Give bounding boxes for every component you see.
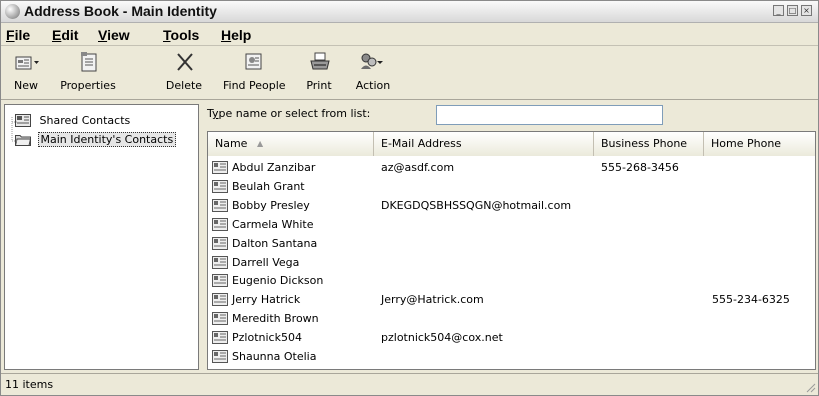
search-input[interactable] bbox=[436, 105, 663, 125]
column-header-name[interactable]: Name ▲ bbox=[208, 132, 374, 156]
new-contact-icon bbox=[15, 56, 39, 70]
contact-card-icon bbox=[212, 161, 228, 174]
column-header-home-phone-label: Home Phone bbox=[711, 137, 782, 150]
folder-open-icon bbox=[15, 135, 31, 146]
window-title: Address Book - Main Identity bbox=[24, 3, 217, 19]
cell-business-phone: 555-268-3456 bbox=[601, 161, 679, 174]
resize-grip-icon[interactable] bbox=[804, 381, 816, 393]
tree-connector-lines bbox=[11, 117, 17, 142]
contact-row[interactable]: Shaunna Otelia bbox=[208, 348, 815, 366]
contact-card-icon bbox=[212, 331, 228, 345]
contacts-pane: Type name or select from list: Name ▲ E-… bbox=[203, 101, 818, 371]
find-people-icon bbox=[245, 53, 262, 70]
column-header-email[interactable]: E-Mail Address bbox=[374, 132, 594, 156]
find-people-label: Find People bbox=[223, 79, 286, 92]
contact-card-icon bbox=[212, 236, 228, 250]
contact-card-icon bbox=[212, 179, 228, 193]
folder-tree[interactable]: Shared Contacts Main Identity's Contacts bbox=[4, 104, 199, 370]
action-people-icon bbox=[361, 53, 383, 69]
contact-row[interactable]: Eugenio Dickson bbox=[208, 272, 815, 290]
title-bar[interactable]: Address Book - Main Identity _ □ × bbox=[1, 1, 818, 23]
contact-row[interactable]: Darrell Vega bbox=[208, 254, 815, 272]
search-label: Type name or select from list: bbox=[207, 107, 371, 120]
contact-row[interactable]: Abdul Zanzibar az@asdf.com 555-268-3456 bbox=[208, 159, 815, 177]
menu-edit[interactable]: Edit bbox=[52, 27, 78, 43]
cell-name: Abdul Zanzibar bbox=[232, 161, 316, 174]
column-header-row: Name ▲ E-Mail Address Business Phone Hom… bbox=[208, 132, 815, 156]
menu-view[interactable]: View bbox=[98, 27, 130, 43]
action-button[interactable]: Action bbox=[349, 49, 397, 97]
sort-ascending-icon: ▲ bbox=[256, 139, 264, 148]
tree-item-main-identity-contacts[interactable]: Main Identity's Contacts bbox=[15, 132, 177, 150]
new-label: New bbox=[14, 79, 38, 92]
find-people-button[interactable]: Find People bbox=[223, 49, 286, 97]
delete-label: Delete bbox=[165, 79, 203, 92]
tree-label-main-identity-contacts: Main Identity's Contacts bbox=[37, 132, 177, 147]
contact-row[interactable]: Dalton Santana bbox=[208, 235, 815, 253]
contact-row[interactable]: Beulah Grant bbox=[208, 178, 815, 196]
contact-card-icon bbox=[212, 350, 228, 363]
properties-label: Properties bbox=[60, 79, 116, 92]
column-header-home-phone[interactable]: Home Phone bbox=[704, 132, 815, 156]
contact-card-icon bbox=[212, 255, 228, 269]
contact-row[interactable]: Carmela White bbox=[208, 216, 815, 234]
contact-row[interactable]: Meredith Brown bbox=[208, 310, 815, 328]
print-button[interactable]: Print bbox=[299, 49, 339, 97]
status-bar: 11 items bbox=[1, 373, 818, 395]
cell-name: Meredith Brown bbox=[232, 312, 319, 326]
cell-name: Dalton Santana bbox=[232, 236, 318, 250]
properties-icon bbox=[81, 52, 97, 72]
delete-x-icon bbox=[177, 53, 193, 71]
action-label: Action bbox=[355, 79, 391, 92]
cell-name: Jerry Hatrick bbox=[232, 293, 301, 307]
tree-label-shared-contacts: Shared Contacts bbox=[39, 113, 131, 127]
contact-card-icon bbox=[212, 274, 228, 288]
contact-card-icon bbox=[212, 217, 228, 231]
cell-home-phone: 555-234-6325 bbox=[712, 293, 790, 307]
cell-name: Eugenio Dickson bbox=[232, 274, 324, 288]
maximize-button[interactable]: □ bbox=[787, 5, 798, 16]
contacts-list[interactable]: Name ▲ E-Mail Address Business Phone Hom… bbox=[207, 131, 816, 370]
contact-row[interactable]: Bobby Presley DKEGDQSBHSSQGN@hotmail.com bbox=[208, 197, 815, 215]
delete-button[interactable]: Delete bbox=[161, 49, 207, 97]
cell-name: Darrell Vega bbox=[232, 255, 300, 269]
toolbar: New Properties Delete Find People Print … bbox=[1, 47, 818, 100]
printer-icon bbox=[310, 52, 330, 70]
contact-row[interactable]: Pzlotnick504 pzlotnick504@cox.net bbox=[208, 329, 815, 347]
contact-card-icon bbox=[212, 293, 228, 307]
column-header-email-label: E-Mail Address bbox=[381, 137, 462, 150]
new-button[interactable]: New bbox=[5, 49, 47, 97]
contact-card-icon bbox=[212, 312, 228, 326]
properties-button[interactable]: Properties bbox=[58, 49, 118, 97]
menu-file[interactable]: File bbox=[6, 27, 30, 43]
column-header-business-phone-label: Business Phone bbox=[601, 137, 688, 150]
cell-email: az@asdf.com bbox=[381, 161, 455, 174]
column-header-name-label: Name bbox=[215, 137, 248, 150]
menu-help[interactable]: Help bbox=[221, 27, 251, 43]
cell-email: pzlotnick504@cox.net bbox=[381, 331, 503, 345]
contact-card-icon bbox=[212, 198, 228, 212]
minimize-button[interactable]: _ bbox=[773, 5, 784, 16]
cell-name: Carmela White bbox=[232, 217, 314, 231]
contact-row[interactable]: Jerry Hatrick Jerry@Hatrick.com 555-234-63… bbox=[208, 291, 815, 309]
cell-email: Jerry@Hatrick.com bbox=[381, 293, 484, 307]
tree-item-shared-contacts[interactable]: Shared Contacts bbox=[15, 113, 132, 131]
cell-name: Beulah Grant bbox=[232, 179, 305, 193]
cell-name: Bobby Presley bbox=[232, 198, 310, 212]
column-header-business-phone[interactable]: Business Phone bbox=[594, 132, 704, 156]
menu-bar: File Edit View Tools Help bbox=[1, 24, 818, 46]
address-book-app-icon[interactable] bbox=[5, 4, 20, 19]
address-book-window: Address Book - Main Identity _ □ × File … bbox=[0, 0, 819, 396]
cell-email: DKEGDQSBHSSQGN@hotmail.com bbox=[381, 198, 572, 212]
menu-tools[interactable]: Tools bbox=[163, 27, 199, 43]
print-label: Print bbox=[306, 79, 332, 92]
close-button[interactable]: × bbox=[801, 5, 812, 16]
status-item-count: 11 items bbox=[5, 378, 54, 391]
shared-contacts-icon bbox=[15, 113, 31, 127]
cell-name: Pzlotnick504 bbox=[232, 331, 302, 345]
content-area: Shared Contacts Main Identity's Contacts… bbox=[1, 101, 818, 371]
cell-name: Shaunna Otelia bbox=[232, 350, 317, 363]
